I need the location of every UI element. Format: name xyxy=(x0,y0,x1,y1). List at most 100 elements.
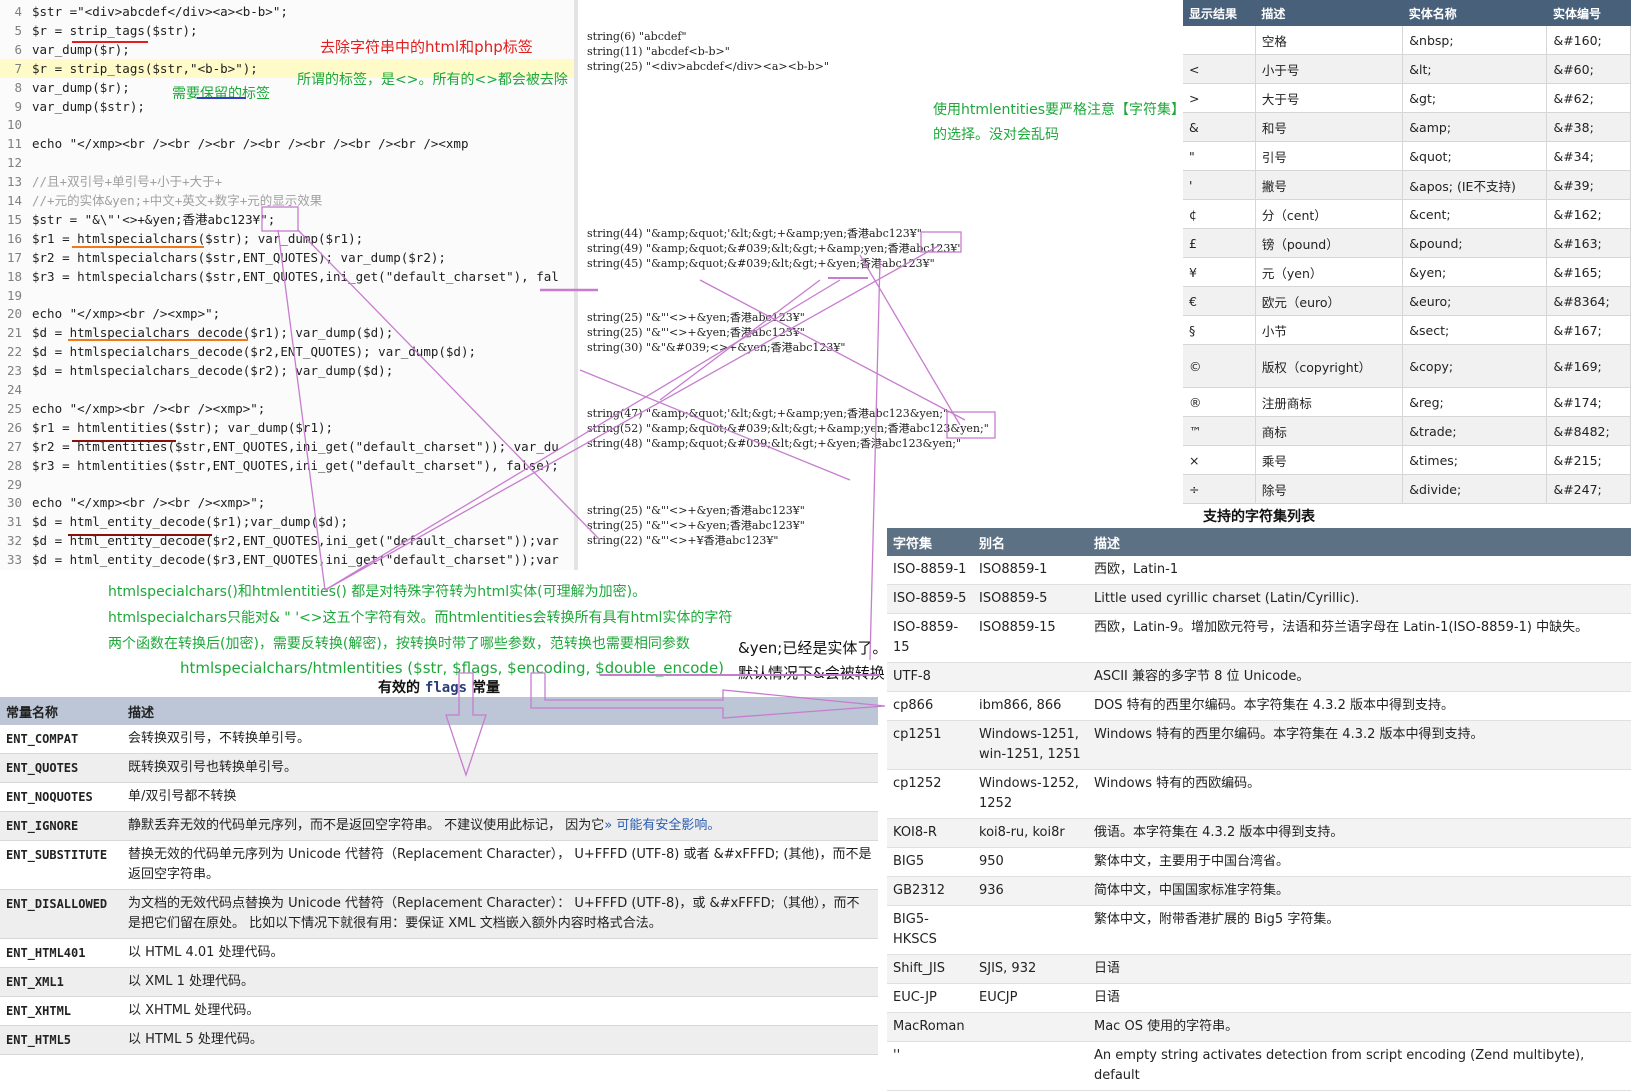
flag-constant: ENT_XML1 xyxy=(0,967,122,997)
flag-constant: ENT_SUBSTITUTE xyxy=(0,840,122,890)
charset-row: '' An empty string activates detection fr… xyxy=(887,1041,1631,1091)
entity-cell: &sect; xyxy=(1402,315,1548,345)
code-line: 27 $r2 = htmlentities($str,ENT_QUOTES,ini… xyxy=(0,437,575,456)
entity-cell: &euro; xyxy=(1402,286,1548,316)
entity-row: ¥ 元（yen） &yen; &#165; xyxy=(1183,257,1631,287)
charset-cell: ISO8859-15 xyxy=(973,613,1088,663)
charset-cell: Little used cyrillic charset (Latin/Cyri… xyxy=(1088,584,1631,614)
entity-row: ® 注册商标 &reg; &#174; xyxy=(1183,387,1631,417)
line-number: 9 xyxy=(14,98,22,114)
entity-cell: 引号 xyxy=(1255,141,1404,171)
code-text: echo "</xmp><br /><br /><xmp>"; xyxy=(32,400,266,416)
charset-cell: 936 xyxy=(973,876,1088,906)
output-line: string(47) "&amp;&quot;'&lt;&gt;+&amp;ye… xyxy=(587,407,949,420)
line-number: 6 xyxy=(14,41,22,57)
entity-cell: ¥ xyxy=(1183,257,1256,287)
charset-cell: KOI8-R xyxy=(887,818,973,848)
output-line: string(49) "&amp;&quot;&#039;&lt;&gt;+&a… xyxy=(587,242,963,255)
charset-cell: BIG5 xyxy=(887,847,973,877)
code-line: 26 $r1 = htmlentities($str); var_dump($r1… xyxy=(0,418,575,437)
charset-cell: ISO8859-5 xyxy=(973,584,1088,614)
charset-cell: 简体中文，中国国家标准字符集。 xyxy=(1088,876,1631,906)
charset-cell: An empty string activates detection from… xyxy=(1088,1041,1631,1091)
annotation-tags: 所谓的标签，是<>。所有的<>都会被去除 xyxy=(297,72,568,88)
flag-description-text: 以 HTML 4.01 处理代码。 xyxy=(128,945,284,960)
entity-cell: &#163; xyxy=(1546,228,1631,258)
charset-table-caption: 支持的字符集列表 xyxy=(1203,509,1315,525)
entity-cell: 和号 xyxy=(1255,112,1404,142)
entity-row: © 版权（copyright） &copy; &#169; xyxy=(1183,344,1631,388)
output-line: string(11) "abcdef<b-b>" xyxy=(587,45,730,58)
flag-description: 替换无效的代码单元序列为 Unicode 代替符（Replacement Cha… xyxy=(122,840,878,890)
entity-cell: &amp; xyxy=(1402,112,1548,142)
entity-row: & 和号 &amp; &#38; xyxy=(1183,112,1631,142)
entity-cell: 小节 xyxy=(1255,315,1404,345)
entity-cell: 欧元（euro） xyxy=(1255,286,1404,316)
security-impact-link[interactable]: » 可能有安全影响。 xyxy=(604,818,720,833)
charset-row: ISO-8859-1 ISO8859-1 西欧，Latin-1 xyxy=(887,556,1631,585)
code-text: //且+双引号+单引号+小于+大于+ xyxy=(32,174,223,190)
code-text: $r = strip_tags($str); xyxy=(32,22,198,38)
editor-divider xyxy=(574,0,578,570)
code-line: 23 $d = htmlspecialchars_decode($r2); var… xyxy=(0,361,575,380)
output-block: string(47) "&amp;&quot;'&lt;&gt;+&amp;ye… xyxy=(587,406,989,451)
code-line: 32 $d = html_entity_decode($r2,ENT_QUOTES… xyxy=(0,531,575,550)
annotation-decode: 两个函数在转换后(加密)，需要反转换(解密)，按转换时带了哪些参数，范转换也需要… xyxy=(108,636,690,652)
output-block: string(25) "&"'<>+&yen;香港abc123¥" string(… xyxy=(587,503,805,548)
line-number: 15 xyxy=(6,211,22,227)
output-line: string(25) "&"'<>+&yen;香港abc123¥" xyxy=(587,504,805,517)
entity-cell: &#167; xyxy=(1546,315,1631,345)
flags-row: ENT_HTML401 以 HTML 4.01 处理代码。 xyxy=(0,938,878,968)
output-line: string(45) "&amp;&quot;&#039;&lt;&gt;+&y… xyxy=(587,257,935,270)
code-text: $d = htmlspecialchars_decode($r2); var_d… xyxy=(32,363,394,379)
code-text: $r1 = htmlentities($str); var_dump($r1); xyxy=(32,419,334,435)
code-line: 11 echo "</xmp><br /><br /><br /><br /><b… xyxy=(0,134,575,153)
flags-table-caption: 有效的 flags 常量 xyxy=(0,677,878,697)
code-line: 17 $r2 = htmlspecialchars($str,ENT_QUOTES… xyxy=(0,248,575,267)
entity-cell: &reg; xyxy=(1402,387,1548,417)
code-line: 13 //且+双引号+单引号+小于+大于+ xyxy=(0,172,575,191)
entity-cell: &#8364; xyxy=(1546,286,1631,316)
entity-cell: 版权（copyright） xyxy=(1255,344,1404,388)
charset-table: 字符集 别名 描述 ISO-8859-1 ISO8859-1 西欧，Latin-1 ISO… xyxy=(887,528,1631,1091)
code-line: 15 $str = "&\"'<>+&yen;香港abc123¥"; xyxy=(0,210,575,229)
entity-cell: &yen; xyxy=(1402,257,1548,287)
entity-header: 实体名称 xyxy=(1402,0,1547,26)
line-number: 12 xyxy=(6,155,22,171)
charset-row: BIG5-HKSCS 繁体中文，附带香港扩展的 Big5 字符集。 xyxy=(887,905,1631,955)
entity-cell: &apos; (IE不支持) xyxy=(1402,170,1548,200)
output-line: string(6) "abcdef" xyxy=(587,30,687,43)
line-number: 8 xyxy=(14,79,22,95)
flag-description: 单/双引号都不转换 xyxy=(122,782,878,812)
flag-description-text: 以 XHTML 处理代码。 xyxy=(128,1003,260,1018)
line-number: 31 xyxy=(6,514,22,530)
line-number: 20 xyxy=(6,306,22,322)
entity-cell: € xyxy=(1183,286,1256,316)
line-number: 16 xyxy=(6,230,22,246)
line-number: 33 xyxy=(6,552,22,568)
flag-description: 以 XHTML 处理代码。 xyxy=(122,996,878,1026)
entity-cell: &pound; xyxy=(1402,228,1548,258)
output-block: string(6) "abcdef" string(11) "abcdef<b-b… xyxy=(587,29,829,74)
entity-cell: £ xyxy=(1183,228,1256,258)
entity-cell: 除号 xyxy=(1255,474,1404,504)
entity-row: × 乘号 &times; &#215; xyxy=(1183,445,1631,475)
entity-cell: &#8482; xyxy=(1546,416,1631,446)
entity-cell: 元（yen） xyxy=(1255,257,1404,287)
flags-header: 描述 xyxy=(122,697,878,725)
output-line: string(25) "&"'<>+&yen;香港abc123¥" xyxy=(587,311,805,324)
line-number: 28 xyxy=(6,457,22,473)
flag-description-text: 会转换双引号，不转换单引号。 xyxy=(128,731,311,746)
flags-row: ENT_QUOTES 既转换双引号也转换单引号。 xyxy=(0,753,878,783)
entity-row: £ 镑（pound） &pound; &#163; xyxy=(1183,228,1631,258)
code-line: 16 $r1 = htmlspecialchars($str); var_dump… xyxy=(0,229,575,248)
charset-row: EUC-JP EUCJP 日语 xyxy=(887,983,1631,1013)
line-number: 19 xyxy=(6,287,22,303)
code-line: 19 xyxy=(0,286,575,305)
code-line: 31 $d = html_entity_decode($r1);var_dump(… xyxy=(0,512,575,531)
entity-row: ¢ 分（cent） &cent; &#162; xyxy=(1183,199,1631,229)
entity-cell: &#62; xyxy=(1546,83,1631,113)
charset-cell: UTF-8 xyxy=(887,662,973,692)
code-line: 33 $d = html_entity_decode($r3,ENT_QUOTES… xyxy=(0,550,575,569)
entity-cell: > xyxy=(1183,83,1256,113)
